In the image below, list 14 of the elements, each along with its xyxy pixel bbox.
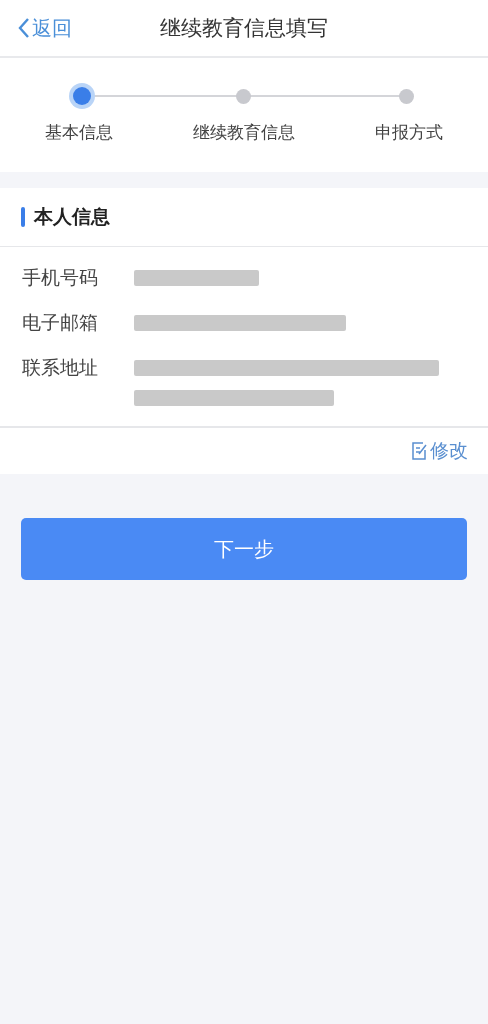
step-label: 继续教育信息	[193, 121, 295, 144]
field-label: 联系地址	[22, 355, 99, 380]
chevron-left-icon	[18, 17, 30, 39]
section-title: 本人信息	[34, 204, 110, 229]
field-label: 电子邮箱	[22, 310, 99, 335]
back-button[interactable]: 返回	[0, 8, 72, 48]
page-title: 继续教育信息填写	[160, 16, 328, 40]
edit-button[interactable]: 修改	[411, 438, 468, 464]
step-label: 基本信息	[45, 121, 113, 144]
edit-icon	[411, 442, 427, 460]
next-button[interactable]: 下一步	[21, 518, 467, 580]
field-label: 手机号码	[22, 265, 99, 290]
step-label: 申报方式	[375, 121, 443, 144]
accent-bar	[21, 207, 25, 227]
